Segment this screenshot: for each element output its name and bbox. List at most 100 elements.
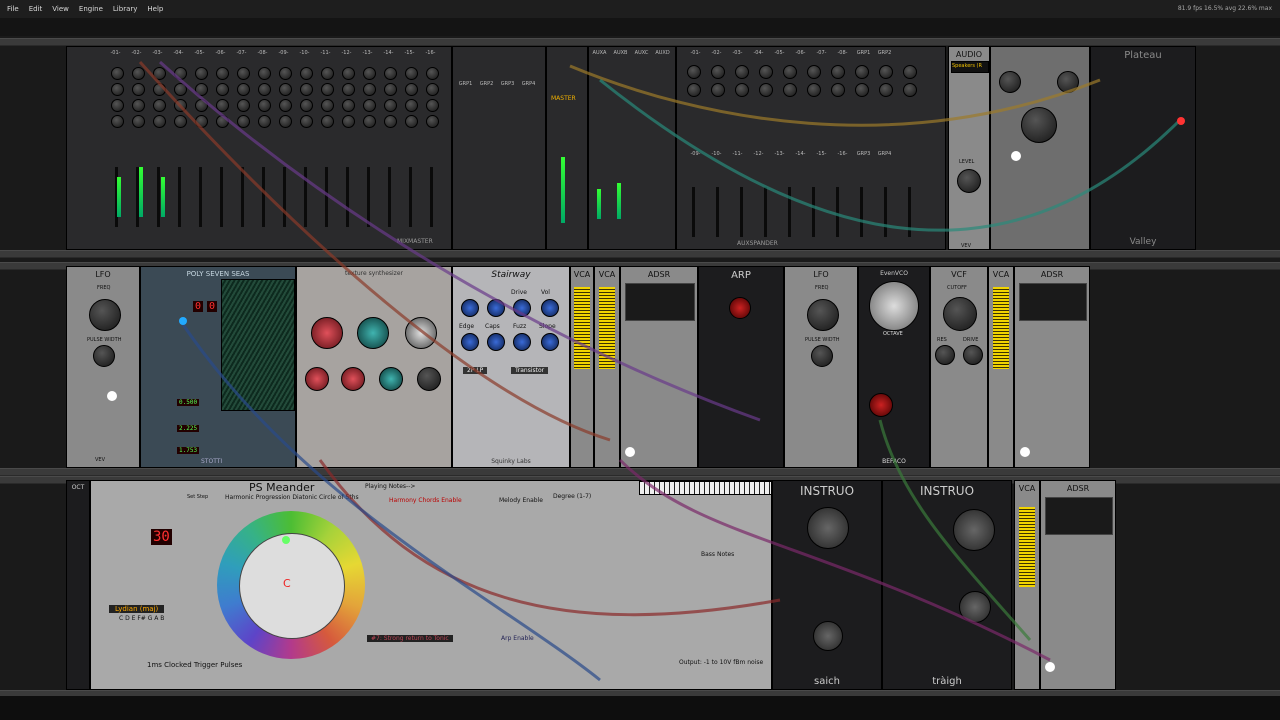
channel-fader[interactable]: [367, 167, 370, 227]
menu-edit[interactable]: Edit: [24, 0, 48, 18]
large-knob[interactable]: [1021, 107, 1057, 143]
channel-knob[interactable]: [279, 83, 292, 96]
channel-knob[interactable]: [258, 115, 271, 128]
auxspander-fader[interactable]: [836, 187, 839, 237]
troigh-knob[interactable]: [953, 509, 995, 551]
stairway-knob[interactable]: [513, 333, 531, 351]
channel-knob[interactable]: [258, 99, 271, 112]
stairway-knob[interactable]: [487, 299, 505, 317]
channel-knob[interactable]: [384, 67, 397, 80]
auxspander-fader[interactable]: [908, 187, 911, 237]
menu-file[interactable]: File: [0, 0, 24, 18]
channel-knob[interactable]: [384, 83, 397, 96]
auxspander-fader[interactable]: [716, 187, 719, 237]
channel-fader[interactable]: [283, 167, 286, 227]
evenvco-knob[interactable]: [869, 393, 893, 417]
channel-knob[interactable]: [363, 99, 376, 112]
saich-knob[interactable]: [807, 507, 849, 549]
channel-knob[interactable]: [111, 99, 124, 112]
stairway-knob[interactable]: [461, 299, 479, 317]
channel-knob[interactable]: [153, 67, 166, 80]
channel-knob[interactable]: [426, 99, 439, 112]
channel-knob[interactable]: [237, 83, 250, 96]
channel-fader[interactable]: [220, 167, 223, 227]
channel-knob[interactable]: [279, 67, 292, 80]
channel-knob[interactable]: [405, 83, 418, 96]
channel-knob[interactable]: [426, 115, 439, 128]
auxspander-knob[interactable]: [855, 65, 869, 79]
channel-knob[interactable]: [300, 115, 313, 128]
channel-knob[interactable]: [237, 67, 250, 80]
melody-enable-label[interactable]: Melody Enable: [499, 497, 543, 504]
channel-knob[interactable]: [153, 83, 166, 96]
channel-fader[interactable]: [178, 167, 181, 227]
lfo-freq-knob[interactable]: [807, 299, 839, 331]
auxspander-knob[interactable]: [735, 83, 749, 97]
channel-knob[interactable]: [321, 67, 334, 80]
channel-knob[interactable]: [111, 115, 124, 128]
channel-knob[interactable]: [132, 99, 145, 112]
channel-knob[interactable]: [195, 99, 208, 112]
auxspander-knob[interactable]: [903, 65, 917, 79]
texture-knob[interactable]: [341, 367, 365, 391]
channel-knob[interactable]: [132, 115, 145, 128]
channel-knob[interactable]: [195, 83, 208, 96]
channel-knob[interactable]: [384, 115, 397, 128]
arp-enable-label[interactable]: Arp Enable: [501, 635, 534, 642]
lfo-pw-knob[interactable]: [811, 345, 833, 367]
auxspander-knob[interactable]: [831, 83, 845, 97]
stairway-knob[interactable]: [487, 333, 505, 351]
channel-fader[interactable]: [304, 167, 307, 227]
stairway-knob[interactable]: [541, 333, 559, 351]
menu-engine[interactable]: Engine: [74, 0, 108, 18]
channel-knob[interactable]: [405, 67, 418, 80]
auxspander-fader[interactable]: [860, 187, 863, 237]
channel-knob[interactable]: [216, 83, 229, 96]
stairway-knob[interactable]: [461, 333, 479, 351]
channel-knob[interactable]: [300, 83, 313, 96]
channel-knob[interactable]: [216, 99, 229, 112]
auxspander-knob[interactable]: [879, 65, 893, 79]
channel-knob[interactable]: [342, 83, 355, 96]
channel-knob[interactable]: [153, 115, 166, 128]
troigh-knob[interactable]: [959, 591, 991, 623]
channel-fader[interactable]: [262, 167, 265, 227]
channel-fader[interactable]: [409, 167, 412, 227]
saich-knob[interactable]: [813, 621, 843, 651]
auxspander-knob[interactable]: [711, 65, 725, 79]
channel-knob[interactable]: [216, 115, 229, 128]
auxspander-fader[interactable]: [788, 187, 791, 237]
stairway-mode-select-2[interactable]: Transistor: [511, 367, 549, 374]
channel-knob[interactable]: [279, 115, 292, 128]
harmony-enable-label[interactable]: Harmony Chords Enable: [389, 497, 462, 504]
small-knob[interactable]: [1057, 71, 1079, 93]
channel-fader[interactable]: [157, 167, 160, 227]
channel-knob[interactable]: [363, 67, 376, 80]
channel-knob[interactable]: [342, 99, 355, 112]
texture-knob[interactable]: [379, 367, 403, 391]
auxspander-knob[interactable]: [879, 83, 893, 97]
auxspander-knob[interactable]: [711, 83, 725, 97]
channel-knob[interactable]: [258, 67, 271, 80]
texture-knob[interactable]: [311, 317, 343, 349]
channel-knob[interactable]: [363, 115, 376, 128]
channel-fader[interactable]: [346, 167, 349, 227]
stairway-mode-select-1[interactable]: 2P LP: [463, 367, 488, 374]
auxspander-knob[interactable]: [687, 65, 701, 79]
vcf-cutoff-knob[interactable]: [943, 297, 977, 331]
lfo-pw-knob[interactable]: [93, 345, 115, 367]
auxspander-knob[interactable]: [783, 83, 797, 97]
auxspander-knob[interactable]: [855, 83, 869, 97]
auxspander-fader[interactable]: [692, 187, 695, 237]
channel-fader[interactable]: [388, 167, 391, 227]
channel-knob[interactable]: [426, 83, 439, 96]
texture-knob[interactable]: [405, 317, 437, 349]
auxspander-knob[interactable]: [735, 65, 749, 79]
channel-knob[interactable]: [342, 115, 355, 128]
auxspander-knob[interactable]: [783, 65, 797, 79]
small-knob[interactable]: [999, 71, 1021, 93]
channel-knob[interactable]: [405, 99, 418, 112]
auxspander-fader[interactable]: [764, 187, 767, 237]
texture-knob[interactable]: [417, 367, 441, 391]
vcf-res-knob[interactable]: [935, 345, 955, 365]
